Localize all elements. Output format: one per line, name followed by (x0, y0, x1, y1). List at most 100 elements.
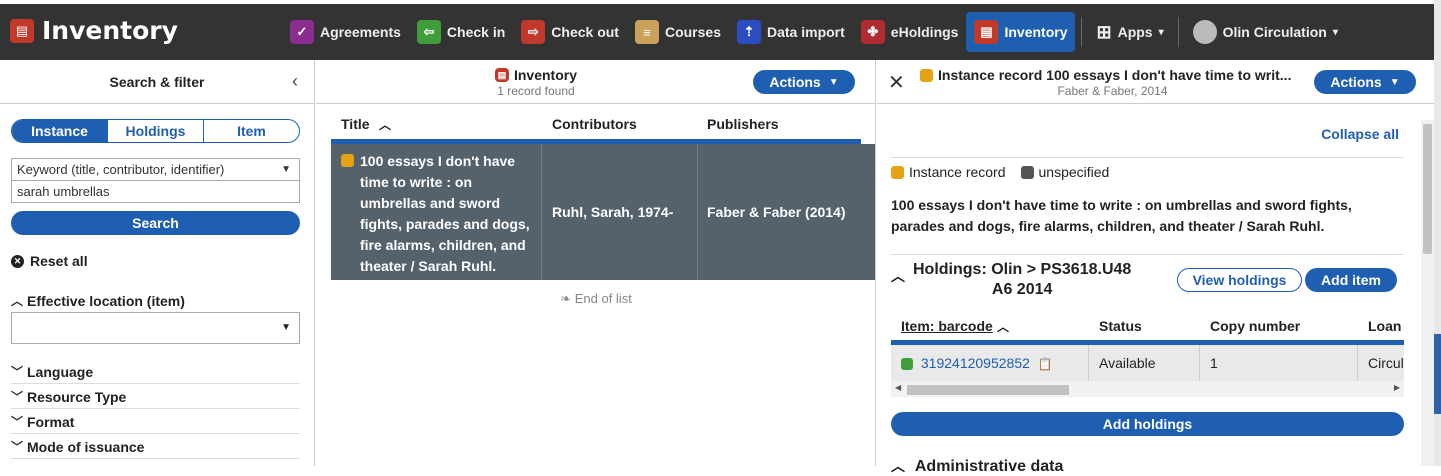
column-header-barcode[interactable]: Item: barcode (901, 318, 993, 334)
items-table-header: Item: barcode ︿ Status Copy number Loan (891, 318, 1404, 340)
segment-instance[interactable]: Instance (12, 120, 107, 142)
accordion-label: Language (27, 363, 94, 380)
detail-title-row: Instance record 100 essays I don't have … (920, 67, 1291, 83)
admin-data-accordion[interactable]: ︿ Administrative data (891, 456, 1063, 476)
nav-item-data-import[interactable]: ⇡ Data import (729, 12, 853, 52)
accordion-language[interactable]: ﹀ Language (11, 363, 300, 380)
dropdown-arrow-icon: ▼ (281, 322, 291, 333)
sort-up-icon: ︿ (379, 118, 392, 132)
items-horizontal-scrollbar[interactable]: ◀ ▶ (891, 381, 1404, 397)
divider (11, 433, 300, 434)
add-item-button[interactable]: Add item (1305, 268, 1397, 292)
app-title: Inventory (42, 16, 178, 45)
holdings-label-line2: A6 2014 (991, 281, 1053, 298)
apps-grid-icon: ⊞ (1096, 21, 1112, 42)
results-pane-header: ▤ Inventory 1 record found Actions ▼ (316, 60, 875, 104)
collapse-all-link[interactable]: Collapse all (1321, 126, 1399, 142)
window-edge-accent (1434, 334, 1441, 414)
column-header-contributors[interactable]: Contributors (552, 116, 637, 132)
accordion-format[interactable]: ﹀ Format (11, 413, 300, 430)
segment-item[interactable]: Item (203, 120, 299, 142)
segment-holdings[interactable]: Holdings (107, 120, 203, 142)
search-option-select[interactable]: Keyword (title, contributor, identifier)… (11, 158, 300, 181)
detail-subtitle: Faber & Faber, 2014 (1057, 84, 1168, 98)
chevron-down-icon: ﹀ (11, 440, 24, 454)
detail-actions-button[interactable]: Actions ▼ (1314, 70, 1416, 94)
apps-menu-button[interactable]: ⊞ Apps ▾ (1088, 12, 1171, 52)
reset-all-button[interactable]: ✕ Reset all (11, 253, 88, 269)
sort-up-icon: ︿ (997, 320, 1010, 334)
search-input[interactable]: sarah umbrellas (11, 181, 300, 203)
divider (11, 458, 300, 459)
inventory-app-icon: ▤ (10, 18, 34, 43)
nav-item-check-out[interactable]: ⇨ Check out (513, 12, 627, 52)
end-of-list: ❧ End of list (316, 291, 876, 307)
chevron-down-icon: ▾ (1158, 26, 1164, 38)
scroll-right-icon[interactable]: ▶ (1394, 383, 1400, 392)
app-brand[interactable]: ▤ Inventory (10, 16, 178, 45)
instance-record-status: Instance record unspecified (891, 164, 1109, 180)
user-label: Olin Circulation (1222, 24, 1327, 40)
column-header-copy-number[interactable]: Copy number (1210, 318, 1300, 334)
nav-item-eholdings[interactable]: ✤ eHoldings (853, 12, 967, 52)
agreements-icon: ✓ (290, 20, 314, 44)
chevron-down-icon: ﹀ (11, 390, 24, 404)
top-nav-bar: ▤ Inventory ✓ Agreements ⇦ Check in ⇨ Ch… (0, 4, 1434, 60)
filter-pane-title: Search & filter (109, 74, 205, 90)
barcode-link[interactable]: 31924120952852 (921, 355, 1030, 371)
user-avatar-icon (1192, 20, 1217, 44)
chevron-up-icon: ︿ (11, 294, 24, 308)
results-actions-button[interactable]: Actions ▼ (753, 70, 855, 94)
holdings-accordion-header[interactable]: ︿ Holdings: Olin > PS3618.U48 A6 2014 (891, 260, 1131, 300)
item-status-icon (901, 358, 913, 371)
nav-item-inventory[interactable]: ▤ Inventory (966, 12, 1076, 52)
nav-separator (1081, 17, 1083, 47)
status-icon (1020, 165, 1034, 179)
cell-title: 100 essays I don't have time to write : … (331, 144, 542, 280)
view-holdings-button[interactable]: View holdings (1177, 268, 1302, 292)
record-status: unspecified (1038, 164, 1110, 180)
instance-detail-pane: ✕ Instance record 100 essays I don't hav… (877, 60, 1434, 475)
accordion-label: Effective location (item) (27, 292, 185, 309)
results-pane: ▤ Inventory 1 record found Actions ▼ Tit… (316, 60, 876, 466)
accordion-mode-of-issuance[interactable]: ﹀ Mode of issuance (11, 438, 300, 455)
cell-loan: Circul (1368, 355, 1404, 371)
collapse-pane-icon[interactable]: ‹ (292, 71, 298, 92)
cell-contributors: Ruhl, Sarah, 1974- (542, 144, 698, 280)
column-header-publishers[interactable]: Publishers (707, 116, 779, 132)
table-row[interactable]: 100 essays I don't have time to write : … (331, 144, 875, 280)
add-holdings-button[interactable]: Add holdings (891, 412, 1404, 436)
nav-label: Check out (551, 24, 619, 40)
effective-location-select[interactable]: ▼ (11, 312, 300, 344)
scrollbar-thumb[interactable] (1423, 124, 1432, 254)
search-button[interactable]: Search (11, 211, 300, 235)
cell-copy-number: 1 (1200, 345, 1358, 381)
close-icon[interactable]: ✕ (888, 70, 905, 95)
user-menu-button[interactable]: Olin Circulation ▾ (1185, 12, 1346, 52)
cell-publishers: Faber & Faber (2014) (707, 204, 846, 220)
column-header-loan[interactable]: Loan (1368, 318, 1401, 334)
inventory-icon: ▤ (494, 68, 509, 82)
accordion-resource-type[interactable]: ﹀ Resource Type (11, 388, 300, 405)
nav-item-courses[interactable]: ≡ Courses (627, 12, 729, 52)
nav-label: Agreements (320, 24, 401, 40)
column-header-status[interactable]: Status (1099, 318, 1142, 334)
accordion-effective-location[interactable]: ︿ Effective location (item) (11, 292, 300, 309)
instance-record-icon (920, 68, 933, 82)
scrollbar-thumb[interactable] (907, 385, 1069, 395)
results-title-row: ▤ Inventory (316, 67, 756, 83)
detail-vertical-scrollbar[interactable] (1421, 120, 1434, 466)
cell-status: Available (1089, 345, 1200, 381)
instance-full-title: 100 essays I don't have time to write : … (891, 197, 1352, 234)
courses-icon: ≡ (634, 20, 659, 44)
actions-label: Actions (769, 74, 821, 90)
nav-item-agreements[interactable]: ✓ Agreements (282, 12, 409, 52)
divider (11, 383, 300, 384)
eholdings-icon: ✤ (860, 20, 885, 44)
caret-down-icon: ▼ (828, 76, 839, 88)
scroll-left-icon[interactable]: ◀ (895, 383, 901, 392)
nav-item-check-in[interactable]: ⇦ Check in (409, 12, 513, 52)
chevron-up-icon: ︿ (891, 268, 905, 284)
caret-down-icon: ▼ (1389, 76, 1400, 88)
copy-icon[interactable]: 📋 (1038, 357, 1053, 371)
